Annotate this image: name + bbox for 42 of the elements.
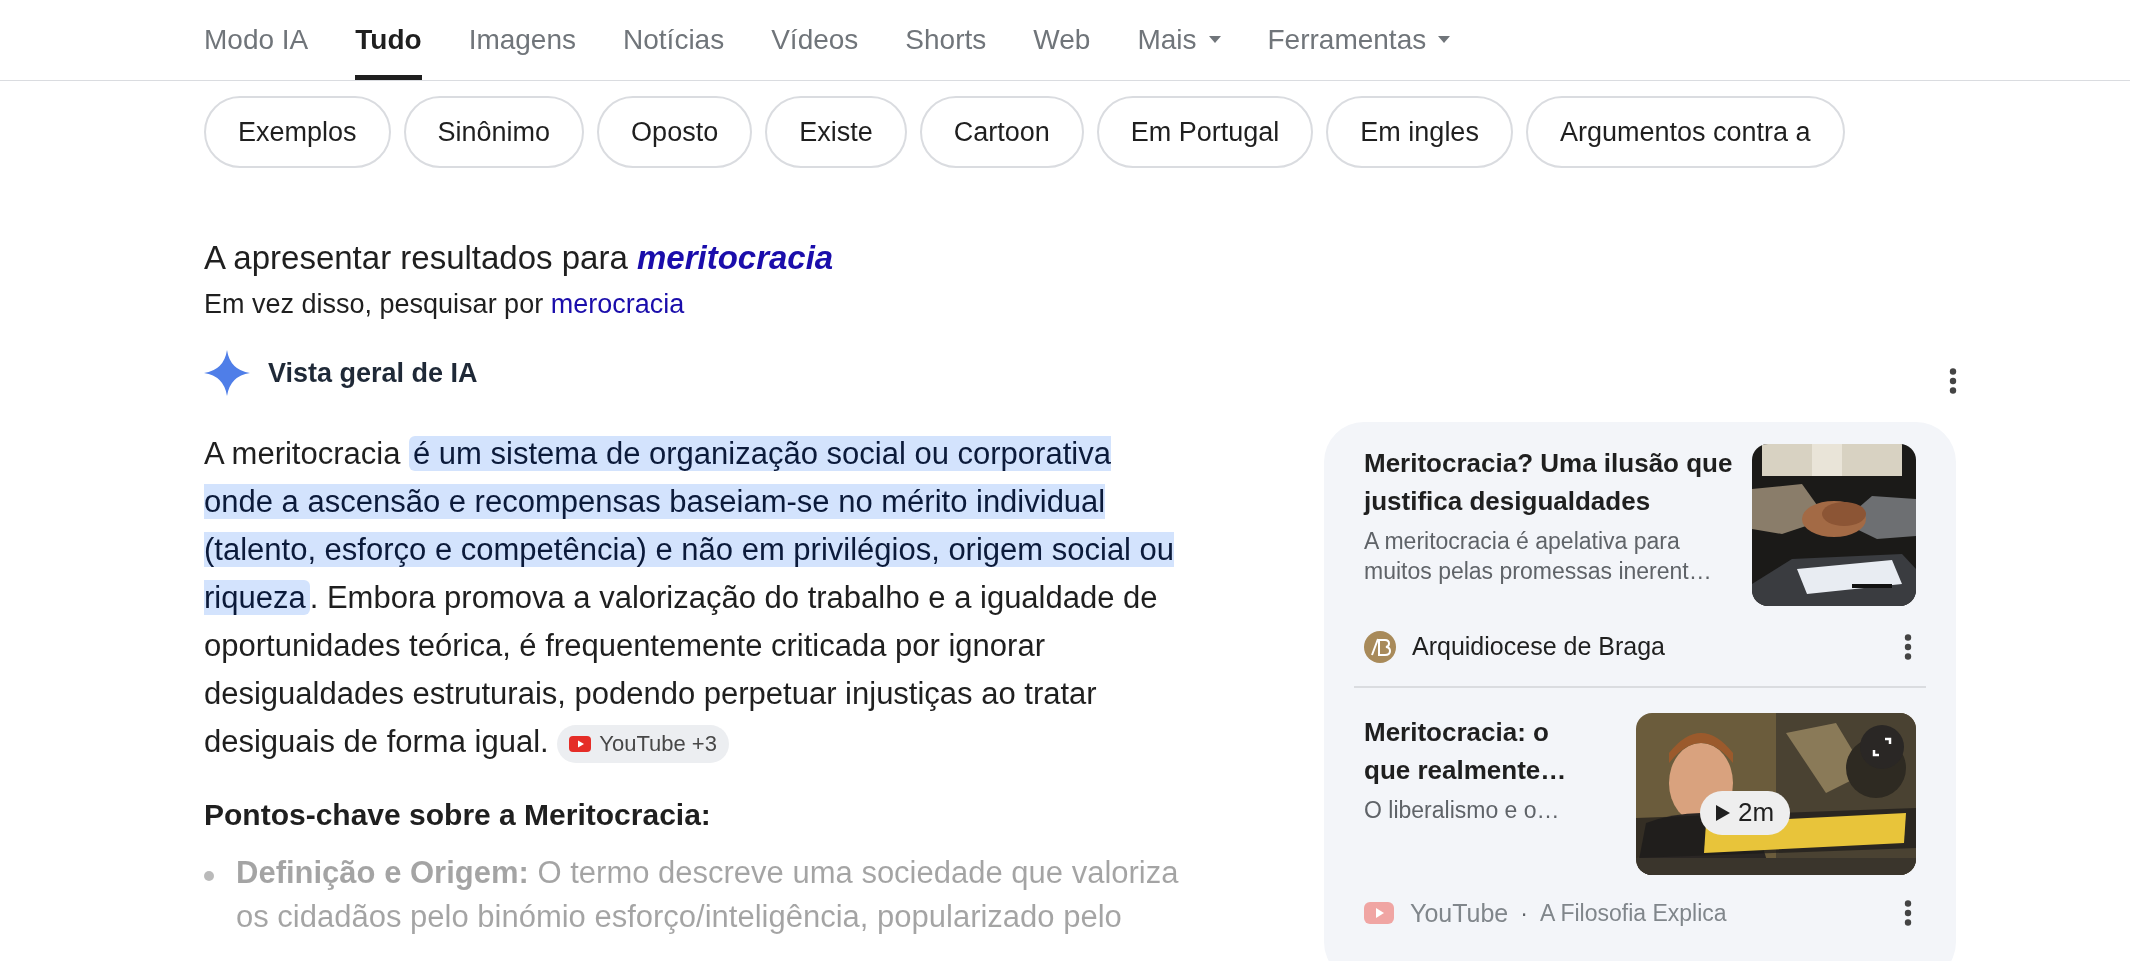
source-site-name: Arquidiocese de Braga [1412,631,1665,662]
search-tab[interactable]: Mais [1137,0,1221,80]
site-logo-icon [1364,630,1396,663]
search-tab[interactable]: Tudo [355,0,422,80]
youtube-citation-chip[interactable]: YouTube +3 [557,724,729,763]
source-site-name: YouTube [1410,897,1509,929]
more-options-icon[interactable] [1904,633,1912,660]
bullet-icon [204,871,214,881]
separator-dot: · [1520,899,1528,928]
source-snippet: A meritocracia é apelativa para muitos pelas promessas inerent… [1364,527,1713,586]
suggestion-chip[interactable]: Cartoon [919,96,1084,168]
key-points-heading: Pontos-chave sobre a Meritocracia: [204,797,712,833]
corrected-query-link[interactable]: meritocracia [636,239,834,276]
suggestion-chip[interactable]: Argumentos contra a [1525,96,1845,168]
search-tab[interactable]: Web [1033,0,1091,80]
search-tab[interactable]: Imagens [468,0,577,80]
youtube-icon [1364,902,1394,925]
search-tab[interactable]: Notícias [623,0,725,80]
more-options-icon[interactable] [1949,368,1957,394]
suggestion-chip[interactable]: Existe [765,96,907,168]
search-tab[interactable]: Modo IA [204,0,309,80]
youtube-icon [569,735,592,752]
key-point-text: Definição e Origem: O termo descreve uma sociedade que valoriza os cidadãos pelo binómio esforço/inteligência, popularizado pelo [236,854,1180,936]
suggestion-chip[interactable]: Exemplos [204,96,391,168]
results-for-text: A apresentar resultados para meritocracia [204,238,835,278]
suggestion-chip[interactable]: Em ingles [1326,96,1513,168]
suggestion-chip[interactable]: Em Portugal [1096,96,1314,168]
source-title[interactable]: Meritocracia: o que realmente… [1364,712,1594,789]
suggestion-chip[interactable]: Sinônimo [403,96,585,168]
sparkle-icon [204,350,250,396]
ai-overview-title: Vista geral de IA [268,356,478,390]
channel-name: A Filosofia Explica [1539,899,1727,928]
source-title[interactable]: Meritocracia? Uma ilusão que justifica desigualdades [1364,444,1734,520]
original-query-link[interactable]: merocracia [550,289,685,319]
search-instead-text: Em vez disso, pesquisar por merocracia [204,288,686,321]
search-tab[interactable]: Vídeos [771,0,859,80]
play-icon [1716,804,1730,821]
search-tab[interactable]: Shorts [905,0,987,80]
search-tab[interactable]: Ferramentas [1267,0,1451,80]
source-snippet: O liberalismo e o… [1364,795,1561,825]
more-options-icon[interactable] [1904,900,1912,927]
suggestion-chip[interactable]: Oposto [597,96,753,168]
